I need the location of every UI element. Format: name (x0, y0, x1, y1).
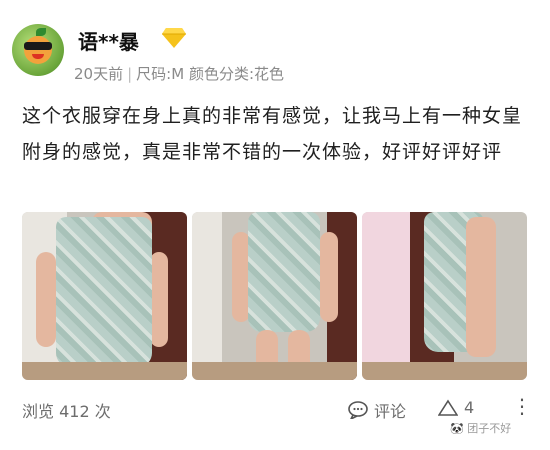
avatar-leaf (36, 28, 46, 36)
username[interactable]: 语**暴 (78, 26, 139, 55)
like-button[interactable]: 4 (438, 398, 474, 417)
photo-gallery (22, 212, 528, 380)
photo-floor (192, 362, 357, 380)
photo-floor (362, 362, 527, 380)
comment-icon (348, 401, 368, 419)
photo-wall (192, 212, 222, 380)
avatar-sunglasses (24, 42, 52, 50)
photo-towel (362, 212, 412, 380)
watermark: 🐼 团子不好 (450, 422, 512, 435)
meta-separator: | (127, 65, 133, 83)
review-footer: 浏览 412 次 评论 4 ⋮ (22, 394, 532, 422)
photo-dress (56, 217, 152, 367)
photo-arm (466, 217, 496, 357)
comment-button[interactable]: 评论 (348, 398, 406, 422)
review-text: 这个衣服穿在身上真的非常有感觉，让我马上有一种女皇附身的感觉，真是非常不错的一次… (22, 105, 523, 163)
review-size: 尺码:M (136, 65, 185, 83)
photo-floor (22, 362, 187, 380)
review-meta: 20天前 | 尺码:M 颜色分类:花色 (74, 63, 284, 84)
review-photo-2[interactable] (192, 212, 357, 380)
photo-arm (150, 252, 168, 347)
like-count: 4 (464, 398, 475, 417)
avatar-face (24, 36, 52, 64)
review-time: 20天前 (74, 65, 124, 83)
diamond-icon (162, 28, 186, 48)
triangle-like-icon (438, 399, 458, 416)
photo-arm (36, 252, 56, 347)
review-header: 语**暴 20天前 | 尺码:M 颜色分类:花色 (12, 20, 538, 83)
review-photo-3[interactable] (362, 212, 527, 380)
comment-label: 评论 (374, 402, 407, 421)
review-color: 颜色分类:花色 (188, 65, 284, 83)
photo-arm (320, 232, 338, 322)
photo-dress (248, 212, 320, 332)
avatar[interactable] (12, 24, 64, 76)
view-count: 浏览 412 次 (22, 402, 111, 421)
more-vertical-icon[interactable]: ⋮ (512, 394, 532, 418)
review-photo-1[interactable] (22, 212, 187, 380)
